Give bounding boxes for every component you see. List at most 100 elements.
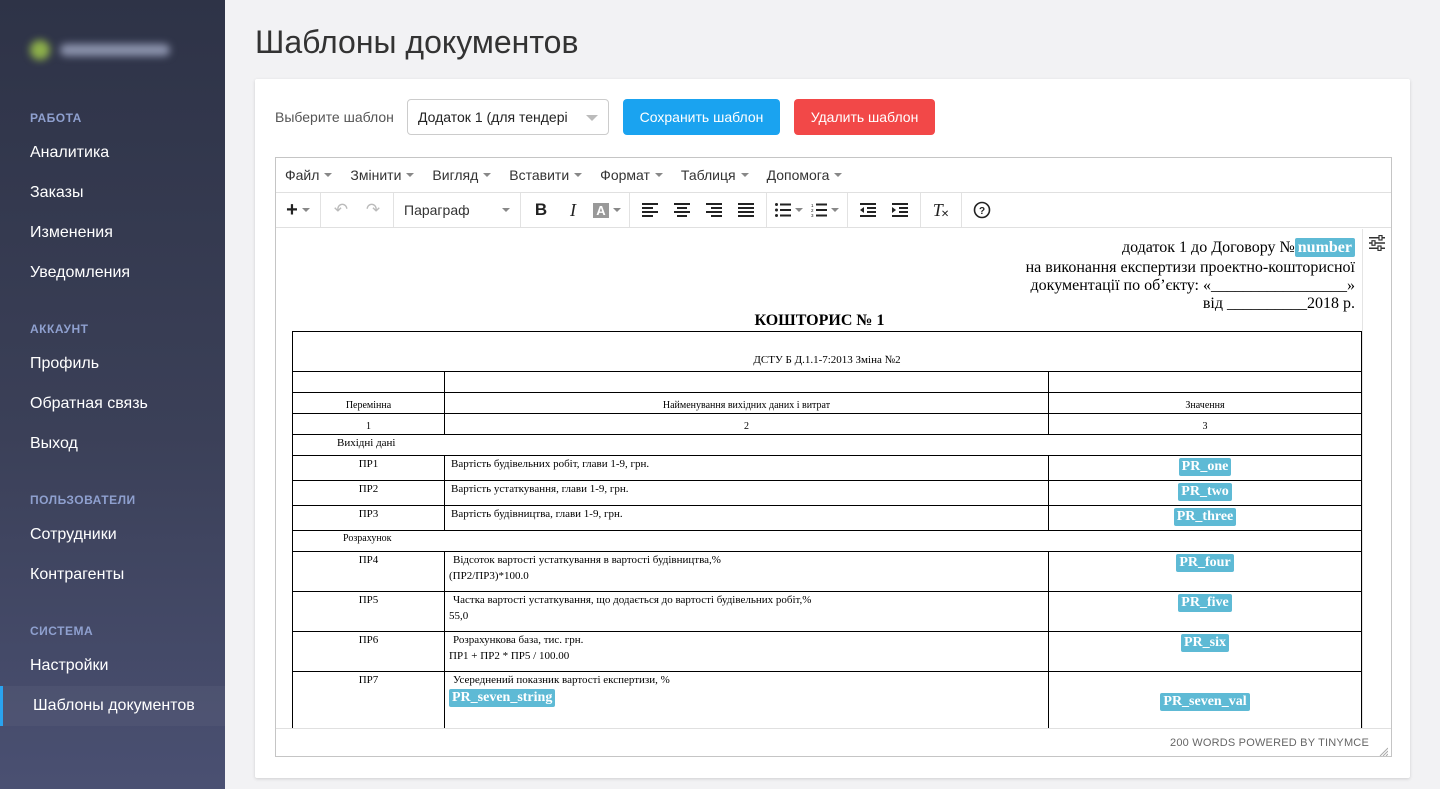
menu-label: Формат xyxy=(600,167,650,183)
sidebar-item-contractors[interactable]: Контрагенты xyxy=(0,555,225,595)
toolbar-group: T ✕ xyxy=(921,193,962,227)
align-left-icon[interactable] xyxy=(634,193,666,227)
column-header: Найменування вихідних даних і витрат xyxy=(444,392,1049,414)
italic-icon[interactable]: I xyxy=(557,193,589,227)
caret-icon xyxy=(654,173,663,177)
block-format-value: Параграф xyxy=(404,202,470,218)
template-select-value: Додаток 1 (для тендері xyxy=(418,109,568,125)
value-cell: PR_one xyxy=(1048,455,1362,481)
placeholder-tag: PR_five xyxy=(1178,594,1232,612)
align-center-icon[interactable] xyxy=(666,193,698,227)
sidebar-item-profile[interactable]: Профиль xyxy=(0,344,225,384)
resize-handle-icon[interactable] xyxy=(1378,743,1389,757)
doc-header-line: документації по об’єкту: «______________… xyxy=(1030,277,1355,294)
variable-cell: ПР3 xyxy=(292,505,445,531)
menu-insert[interactable]: Вставити xyxy=(500,167,591,183)
undo-icon[interactable]: ↶ xyxy=(325,193,357,227)
sidebar-item-feedback[interactable]: Обратная связь xyxy=(0,384,225,424)
sliders-icon[interactable] xyxy=(1369,234,1385,729)
column-number: 2 xyxy=(444,413,1049,435)
placeholder-tag: PR_seven_string xyxy=(449,689,556,707)
sidebar-item-notifications[interactable]: Уведомления xyxy=(0,253,225,293)
toolbar-group xyxy=(630,193,767,227)
logo xyxy=(30,36,182,64)
menu-format[interactable]: Формат xyxy=(591,167,672,183)
menu-view[interactable]: Вигляд xyxy=(423,167,500,183)
bullet-list-icon[interactable] xyxy=(771,193,807,227)
menu-table[interactable]: Таблиця xyxy=(672,167,758,183)
sidebar-section-title: ПОЛЬЗОВАТЕЛИ xyxy=(30,493,136,507)
text-color-icon[interactable]: A xyxy=(589,193,625,227)
indent-icon[interactable] xyxy=(884,193,916,227)
value-cell: PR_two xyxy=(1048,480,1362,506)
column-number: 1 xyxy=(292,413,445,435)
logo-mark xyxy=(30,40,50,60)
column-number: 3 xyxy=(1048,413,1362,435)
table-row: ПР1 Вартість будівельних робіт, глави 1-… xyxy=(292,455,1362,481)
toolbar-group: ? xyxy=(962,193,1002,227)
doc-header-text: додаток 1 до Договору № xyxy=(1121,239,1295,256)
block-format-select[interactable]: Параграф xyxy=(398,202,516,218)
menu-edit[interactable]: Змінити xyxy=(341,167,423,183)
caret-icon xyxy=(483,173,492,177)
caret-icon xyxy=(740,173,749,177)
table-row: ПР3 Вартість будівництва, глави 1-9, грн… xyxy=(292,505,1362,531)
template-select[interactable]: Додаток 1 (для тендері xyxy=(407,99,609,135)
caret-icon xyxy=(834,173,843,177)
delete-template-button[interactable]: Удалить шаблон xyxy=(794,99,935,135)
sidebar-item-analytics[interactable]: Аналитика xyxy=(0,133,225,173)
table-cell xyxy=(444,371,1049,393)
doc-header-line: додаток 1 до Договору № number xyxy=(1121,238,1355,257)
value-cell: PR_seven_val xyxy=(1048,671,1362,729)
toolbar-group: 123 xyxy=(767,193,848,227)
name-cell: Відсоток вартості устаткування в вартост… xyxy=(444,551,1049,592)
redo-icon[interactable]: ↷ xyxy=(357,193,389,227)
name-text: Усереднений показник вартості експертизи… xyxy=(453,674,670,686)
variable-cell: ПР7 xyxy=(292,671,445,729)
menu-label: Файл xyxy=(285,167,320,183)
sidebar-item-changes[interactable]: Изменения xyxy=(0,213,225,253)
menu-label: Вигляд xyxy=(432,167,479,183)
sidebar-item-employees[interactable]: Сотрудники xyxy=(0,515,225,555)
chevron-down-icon xyxy=(586,115,598,121)
menu-file[interactable]: Файл xyxy=(276,167,341,183)
clear-formatting-icon[interactable]: T ✕ xyxy=(925,193,957,227)
sidebar: РАБОТА Аналитика Заказы Изменения Уведом… xyxy=(0,0,225,789)
align-right-icon[interactable] xyxy=(698,193,730,227)
chevron-down-icon xyxy=(502,208,510,212)
menu-help[interactable]: Допомога xyxy=(758,167,852,183)
name-text: Відсоток вартості устаткування в вартост… xyxy=(453,554,721,566)
section-row: Вихідні дані xyxy=(292,434,1362,456)
editor-toolbar: + ↶ ↷ Параграф B I A 1 2 3 T ✕ ? xyxy=(276,193,1391,228)
variable-cell: ПР6 xyxy=(292,631,445,672)
value-cell: PR_four xyxy=(1048,551,1362,592)
save-template-button[interactable]: Сохранить шаблон xyxy=(623,99,780,135)
sidebar-section-title: РАБОТА xyxy=(30,111,82,125)
formula-text: ПР1 + ПР2 * ПР5 / 100.00 xyxy=(449,650,570,662)
templates-card: Выберите шаблон Додаток 1 (для тендері С… xyxy=(255,79,1410,778)
variable-cell: ПР4 xyxy=(292,551,445,592)
sidebar-item-document-templates[interactable]: Шаблоны документов xyxy=(0,686,225,726)
help-icon[interactable]: ? xyxy=(966,193,998,227)
formula-text: (ПР2/ПР3)*100.0 xyxy=(449,570,529,582)
estimate-table: ДСТУ Б Д.1.1-7:2013 Зміна №2 Перемінна Н… xyxy=(292,331,1362,729)
caret-icon xyxy=(406,173,415,177)
table-cell xyxy=(292,371,445,393)
svg-text:3: 3 xyxy=(811,213,814,217)
sidebar-item-settings[interactable]: Настройки xyxy=(0,646,225,686)
align-justify-icon[interactable] xyxy=(730,193,762,227)
caret-icon xyxy=(324,173,333,177)
table-row: ПР7 Усереднений показник вартості експер… xyxy=(292,671,1362,729)
sidebar-item-orders[interactable]: Заказы xyxy=(0,173,225,213)
editor-menubar: Файл Змінити Вигляд Вставити Формат Табл… xyxy=(276,158,1391,193)
sidebar-item-logout[interactable]: Выход xyxy=(0,424,225,464)
table-row: ПР5 Частка вартості устаткування, що дод… xyxy=(292,591,1362,632)
editor-content[interactable]: додаток 1 до Договору № number на виконан… xyxy=(276,229,1363,729)
bold-icon[interactable]: B xyxy=(525,193,557,227)
insert-plus-icon[interactable]: + xyxy=(280,193,316,227)
menu-label: Таблиця xyxy=(680,167,736,183)
toolbar-group: + xyxy=(276,193,321,227)
numbered-list-icon[interactable]: 123 xyxy=(807,193,843,227)
outdent-icon[interactable] xyxy=(852,193,884,227)
menu-label: Вставити xyxy=(509,167,570,183)
